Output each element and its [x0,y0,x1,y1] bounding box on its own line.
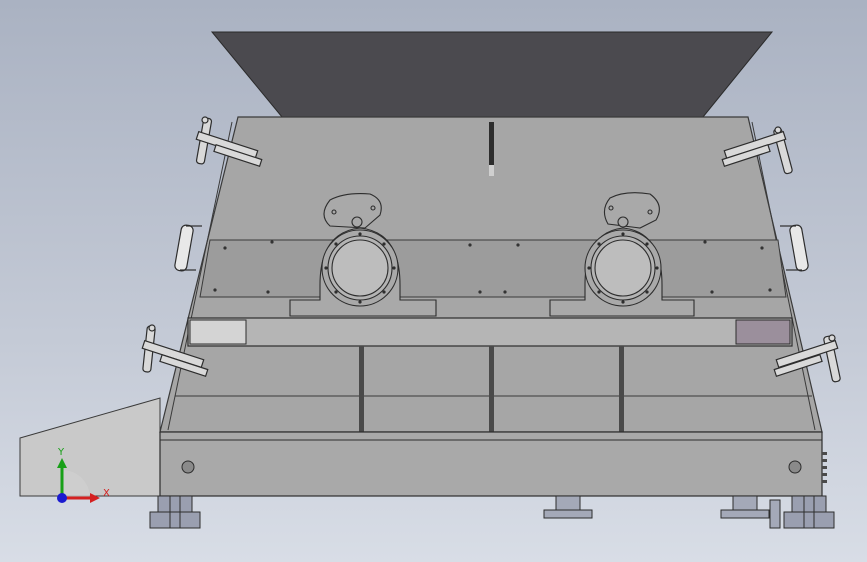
side-chute [19,397,161,497]
left-end-panel [189,319,247,345]
right-end-panel [735,319,791,345]
base-bolt-right [788,460,802,474]
z-axis-dot [57,493,67,503]
center-slot-tip [489,165,494,176]
rib-3 [619,346,624,434]
base-bolt-left [181,460,195,474]
foot-left [149,495,201,529]
base-frame [159,431,823,497]
y-axis-label: Y [57,447,65,458]
x-axis-label: X [103,488,110,499]
rib-1 [359,346,364,434]
cad-viewport[interactable]: Y X [0,0,867,562]
hopper [210,31,774,118]
mid-plate [199,239,787,298]
left-handle[interactable] [174,224,202,272]
rib-2 [489,346,494,434]
cross-beam [187,317,793,347]
foot-right [783,495,835,529]
rear-feet [543,495,781,529]
base-vent [822,452,827,483]
right-handle[interactable] [780,224,809,272]
machine-model[interactable]: Y X [0,0,867,562]
